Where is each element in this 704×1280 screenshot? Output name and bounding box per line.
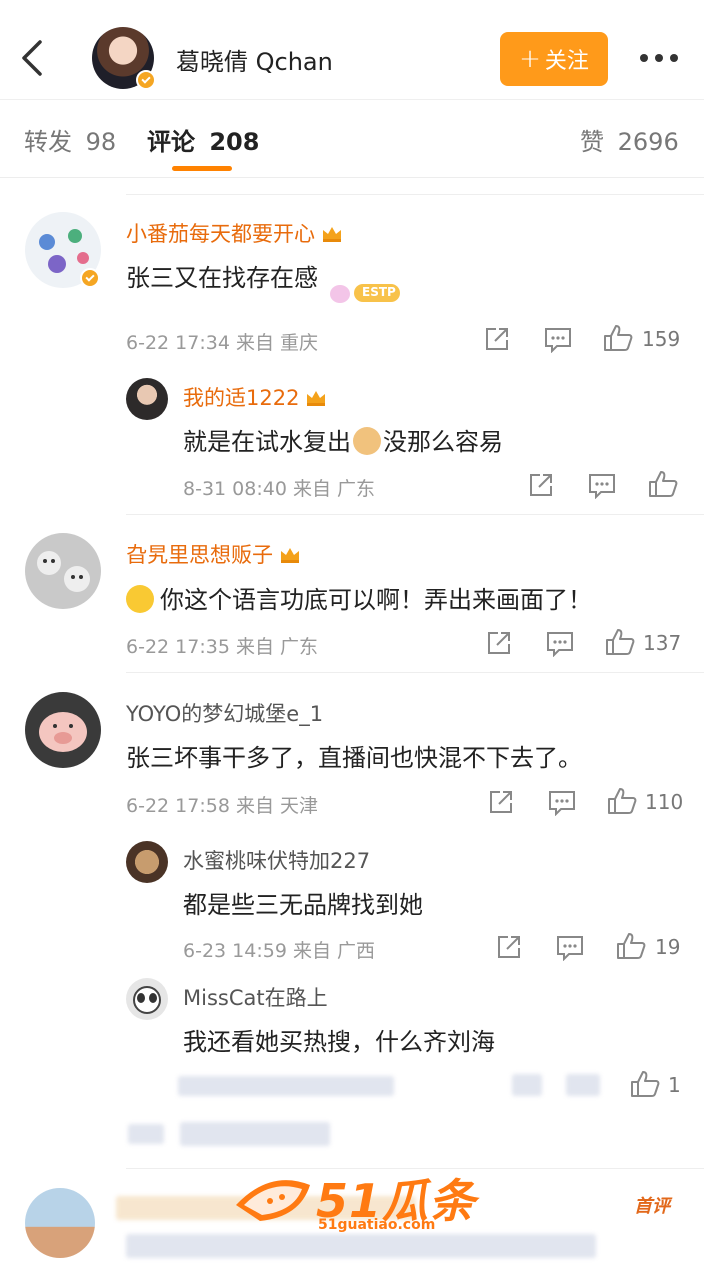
tab-likes-count: 2696 (617, 128, 679, 156)
verified-badge-icon (136, 70, 156, 90)
reply-text: 都是些三无品牌找到她 (183, 891, 423, 919)
blurred-text (126, 1234, 596, 1258)
estp-badge-text: ESTP (362, 285, 396, 299)
logo-url: 51guatiao.com (318, 1217, 436, 1233)
replier-name[interactable]: 水蜜桃味伏特加227 (183, 845, 370, 875)
like-icon[interactable] (603, 324, 633, 352)
commenter-avatar[interactable] (25, 533, 101, 609)
like-count: 137 (643, 631, 682, 655)
top-bar: 葛晓倩 Qchan + 关注 (0, 0, 704, 100)
vip-crown-icon (307, 391, 326, 406)
site-watermark-logo: 51瓜条 51guatiao.com (230, 1165, 480, 1235)
reply-icon[interactable] (548, 790, 576, 816)
estp-badge: ESTP (310, 272, 404, 306)
plus-icon: + (519, 44, 541, 74)
reply-icon[interactable] (546, 631, 574, 657)
reply-text-part: 就是在试水复出 (183, 428, 351, 456)
reply-icon[interactable] (544, 327, 572, 353)
like-icon[interactable] (605, 628, 635, 656)
like-count: 159 (642, 327, 681, 351)
commenter-avatar[interactable] (25, 1188, 95, 1258)
laughing-tears-emoji-icon (126, 585, 154, 613)
like-icon[interactable] (607, 787, 637, 815)
more-options-icon[interactable] (640, 54, 680, 64)
follow-label: 关注 (544, 49, 589, 74)
tab-comments-label: 评论 (147, 128, 195, 156)
commenter-name-text: 旮旯里思想贩子 (126, 543, 273, 567)
active-tab-indicator (172, 166, 232, 171)
share-icon[interactable] (528, 472, 554, 498)
tab-repost[interactable]: 转发 98 (24, 122, 116, 157)
tab-likes-label: 赞 (580, 128, 604, 156)
like-count: 19 (655, 935, 681, 959)
commenter-name[interactable]: YOYO的梦幻城堡e_1 (126, 698, 323, 728)
comment-meta: 6-22 17:35 来自 广东 (126, 636, 318, 658)
divider (126, 514, 704, 515)
commenter-avatar[interactable] (25, 692, 101, 768)
watermelon-logo-icon (236, 1180, 310, 1221)
replier-avatar[interactable] (126, 378, 168, 420)
reply-meta: 6-23 14:59 来自 广西 (183, 940, 375, 962)
share-icon[interactable] (496, 934, 522, 960)
doge-emoji-icon (353, 427, 381, 455)
tab-comments-count: 208 (209, 128, 260, 156)
follow-button[interactable]: + 关注 (500, 32, 608, 86)
comment-meta: 6-22 17:34 来自 重庆 (126, 332, 318, 354)
blurred-icon (512, 1074, 542, 1096)
back-arrow-icon[interactable] (18, 38, 48, 78)
reply-text: 我还看她买热搜，什么齐刘海 (183, 1028, 495, 1056)
divider (126, 672, 704, 673)
vip-crown-icon (281, 548, 299, 563)
blurred-text (128, 1124, 164, 1144)
comment-meta: 6-22 17:58 来自 天津 (126, 795, 318, 817)
tab-repost-count: 98 (85, 128, 117, 156)
like-icon[interactable] (630, 1070, 660, 1098)
replier-avatar[interactable] (126, 978, 168, 1020)
like-count: 110 (645, 790, 684, 814)
tab-likes[interactable]: 赞 2696 (580, 122, 679, 157)
like-icon[interactable] (648, 470, 678, 498)
comment-text: 张三又在找存在感 (126, 264, 318, 292)
tab-bar: 转发 98 评论 208 赞 2696 (0, 100, 704, 178)
comment-text-content: 你这个语言功底可以啊！弄出来画面了！ (160, 586, 592, 614)
commenter-name[interactable]: 小番茄每天都要开心 (126, 218, 343, 248)
author-name[interactable]: 葛晓倩 Qchan (176, 42, 333, 77)
blurred-icon (566, 1074, 600, 1096)
commenter-name[interactable]: 旮旯里思想贩子 (126, 539, 301, 569)
first-comment-badge: 首评 (634, 1196, 670, 1217)
commenter-name-text: 小番茄每天都要开心 (126, 222, 315, 246)
comment-text: 你这个语言功底可以啊！弄出来画面了！ (126, 580, 592, 615)
reply-meta: 8-31 08:40 来自 广东 (183, 478, 375, 500)
reply-text: 就是在试水复出 没那么容易 (183, 422, 503, 457)
replier-name[interactable]: 我的适1222 (183, 382, 327, 412)
reply-text-part: 没那么容易 (383, 428, 503, 456)
blurred-text (178, 1076, 394, 1096)
share-icon[interactable] (484, 326, 510, 352)
verified-badge-icon (80, 268, 100, 288)
replier-name[interactable]: MissCat在路上 (183, 982, 328, 1012)
share-icon[interactable] (488, 789, 514, 815)
reply-icon[interactable] (556, 935, 584, 961)
vip-crown-icon (323, 227, 341, 242)
reply-icon[interactable] (588, 473, 616, 499)
replier-avatar[interactable] (126, 841, 168, 883)
divider (126, 194, 704, 195)
replier-name-text: 我的适1222 (183, 386, 300, 410)
blurred-text (180, 1122, 330, 1146)
tab-comments[interactable]: 评论 208 (147, 122, 259, 157)
share-icon[interactable] (486, 630, 512, 656)
like-icon[interactable] (616, 932, 646, 960)
comment-text: 张三坏事干多了，直播间也快混不下去了。 (126, 744, 582, 772)
like-count: 1 (668, 1073, 681, 1097)
tab-repost-label: 转发 (24, 128, 72, 156)
